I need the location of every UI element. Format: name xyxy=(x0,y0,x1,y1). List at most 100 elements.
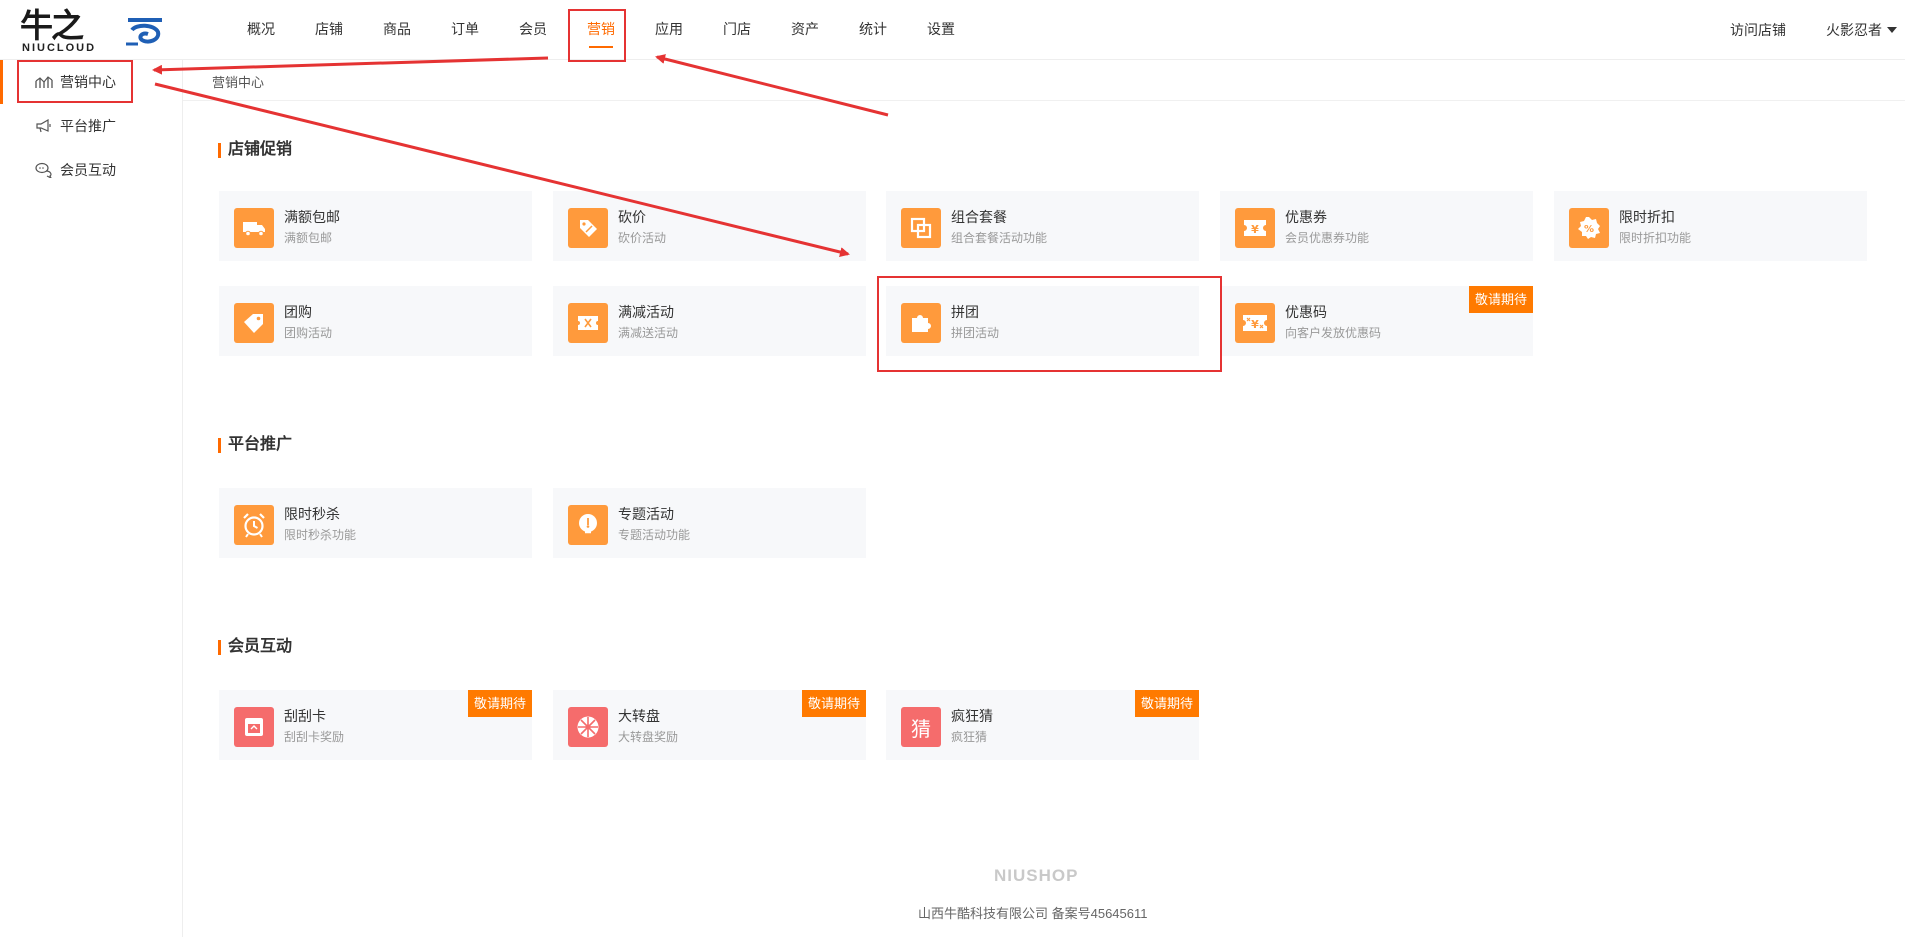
sidebar-item-platform-promo[interactable]: 平台推广 xyxy=(0,104,182,148)
coming-soon-badge: 敬请期待 xyxy=(801,690,866,717)
card-limited-discount[interactable]: % 限时折扣 限时折扣功能 xyxy=(1554,191,1867,261)
guess-icon-text: 猜 xyxy=(911,716,931,741)
logo-chinese-main: 牛之 xyxy=(20,6,84,45)
sidebar-item-label: 平台推广 xyxy=(60,118,116,134)
nav-shop[interactable]: 店铺 xyxy=(295,0,363,60)
bundle-icon xyxy=(901,208,941,248)
megaphone-icon xyxy=(34,118,54,134)
card-name: 刮刮卡 xyxy=(284,708,326,724)
breadcrumb-divider xyxy=(183,100,1905,101)
nav-overview[interactable]: 概况 xyxy=(227,0,295,60)
coming-soon-badge: 敬请期待 xyxy=(467,690,532,717)
card-bundle[interactable]: 组合套餐 组合套餐活动功能 xyxy=(886,191,1199,261)
wheel-icon xyxy=(568,707,608,747)
puzzle-icon xyxy=(901,303,941,343)
svg-text:%: % xyxy=(1584,224,1594,235)
nav-apps[interactable]: 应用 xyxy=(635,0,703,60)
card-name: 优惠券 xyxy=(1285,209,1327,225)
card-name: 疯狂猜 xyxy=(951,708,993,724)
card-desc: 限时秒杀功能 xyxy=(284,528,357,542)
section-title-member-interact: 会员互动 xyxy=(218,638,292,656)
card-name: 专题活动 xyxy=(618,506,674,522)
sidebar-item-label: 营销中心 xyxy=(60,74,116,90)
card-topic-activity[interactable]: 专题活动 专题活动功能 xyxy=(553,488,866,558)
price-tag-icon xyxy=(568,208,608,248)
breadcrumb: 营销中心 xyxy=(212,75,265,90)
card-desc: 向客户发放优惠码 xyxy=(1285,326,1382,340)
card-desc: 疯狂猜 xyxy=(951,730,988,744)
bulb-icon xyxy=(568,505,608,545)
niucloud-logo[interactable]: 牛之云 NIUCLOUD xyxy=(20,8,165,54)
card-name: 砍价 xyxy=(618,209,646,225)
card-desc: 限时折扣功能 xyxy=(1619,231,1692,245)
guess-icon: 猜 xyxy=(901,707,941,747)
nav-goods[interactable]: 商品 xyxy=(363,0,431,60)
card-desc: 大转盘奖励 xyxy=(618,730,679,744)
coming-soon-badge: 敬请期待 xyxy=(1468,286,1533,313)
card-name: 优惠码 xyxy=(1285,304,1327,320)
coupon-code-icon: ¥ xyxy=(1235,303,1275,343)
caret-down-icon xyxy=(1887,27,1897,33)
card-name: 限时秒杀 xyxy=(284,506,340,522)
svg-text:¥: ¥ xyxy=(1251,223,1259,236)
coupon-icon: ¥ xyxy=(1235,208,1275,248)
logo-english: NIUCLOUD xyxy=(22,42,97,54)
card-coupon[interactable]: ¥ 优惠券 会员优惠券功能 xyxy=(1220,191,1533,261)
truck-icon xyxy=(234,208,274,248)
nav-settings[interactable]: 设置 xyxy=(907,0,975,60)
card-desc: 砍价活动 xyxy=(618,231,667,245)
card-desc: 刮刮卡奖励 xyxy=(284,730,345,744)
card-name: 团购 xyxy=(284,304,312,320)
nav-stores[interactable]: 门店 xyxy=(703,0,771,60)
card-desc: 拼团活动 xyxy=(951,326,1000,340)
top-header: 牛之云 NIUCLOUD 概况 店铺 商品 订单 会员 营销 应用 门店 资产 … xyxy=(0,0,1905,60)
sidebar-item-marketing-center[interactable]: 营销中心 xyxy=(0,60,182,104)
visit-shop-link[interactable]: 访问店铺 xyxy=(1730,20,1786,40)
tag-icon xyxy=(234,303,274,343)
sidebar: 营销中心 平台推广 会员互动 xyxy=(0,60,183,937)
card-free-shipping[interactable]: 满额包邮 满额包邮 xyxy=(219,191,532,261)
coming-soon-badge: 敬请期待 xyxy=(1134,690,1199,717)
chat-icon xyxy=(34,162,54,178)
card-desc: 满额包邮 xyxy=(284,231,333,245)
card-name: 组合套餐 xyxy=(951,209,1007,225)
card-desc: 专题活动功能 xyxy=(618,528,691,542)
card-flash-sale[interactable]: 限时秒杀 限时秒杀功能 xyxy=(219,488,532,558)
section-title-store-promo: 店铺促销 xyxy=(218,141,292,159)
card-name: 满减活动 xyxy=(618,304,674,320)
header-right: 访问店铺 火影忍者 xyxy=(1730,0,1905,60)
nav-orders[interactable]: 订单 xyxy=(431,0,499,60)
card-name: 大转盘 xyxy=(618,708,660,724)
card-big-wheel[interactable]: 大转盘 大转盘奖励 敬请期待 xyxy=(553,690,866,760)
logo-cloud-icon xyxy=(126,18,162,46)
section-title-platform-promo: 平台推广 xyxy=(218,436,292,454)
nav-statistics[interactable]: 统计 xyxy=(839,0,907,60)
card-desc: 满减送活动 xyxy=(618,326,679,340)
svg-text:¥: ¥ xyxy=(1251,318,1259,331)
card-bargain[interactable]: 砍价 砍价活动 xyxy=(553,191,866,261)
card-desc: 会员优惠券功能 xyxy=(1285,231,1370,245)
card-group-buy[interactable]: 团购 团购活动 xyxy=(219,286,532,356)
card-desc: 团购活动 xyxy=(284,326,333,340)
card-crazy-guess[interactable]: 猜 疯狂猜 疯狂猜 敬请期待 xyxy=(886,690,1199,760)
card-coupon-code[interactable]: ¥ 优惠码 向客户发放优惠码 敬请期待 xyxy=(1220,286,1533,356)
user-menu[interactable]: 火影忍者 xyxy=(1826,20,1897,40)
card-name: 限时折扣 xyxy=(1619,209,1675,225)
nav-assets[interactable]: 资产 xyxy=(771,0,839,60)
alarm-clock-icon xyxy=(234,505,274,545)
sidebar-item-member-interact[interactable]: 会员互动 xyxy=(0,148,182,192)
main-nav: 概况 店铺 商品 订单 会员 营销 应用 门店 资产 统计 设置 xyxy=(227,0,975,60)
card-desc: 组合套餐活动功能 xyxy=(951,231,1048,245)
card-group-order[interactable]: 拼团 拼团活动 xyxy=(886,286,1199,356)
scratch-card-icon xyxy=(234,707,274,747)
footer-brand: NIUSHOP xyxy=(994,866,1079,885)
sidebar-item-label: 会员互动 xyxy=(60,162,116,178)
card-full-reduction[interactable]: 满减活动 满减送活动 xyxy=(553,286,866,356)
card-scratch-card[interactable]: 刮刮卡 刮刮卡奖励 敬请期待 xyxy=(219,690,532,760)
ticket-icon xyxy=(568,303,608,343)
chart-icon xyxy=(34,74,54,90)
discount-icon: % xyxy=(1569,208,1609,248)
nav-members[interactable]: 会员 xyxy=(499,0,567,60)
card-name: 满额包邮 xyxy=(284,209,340,225)
nav-marketing[interactable]: 营销 xyxy=(567,0,635,60)
